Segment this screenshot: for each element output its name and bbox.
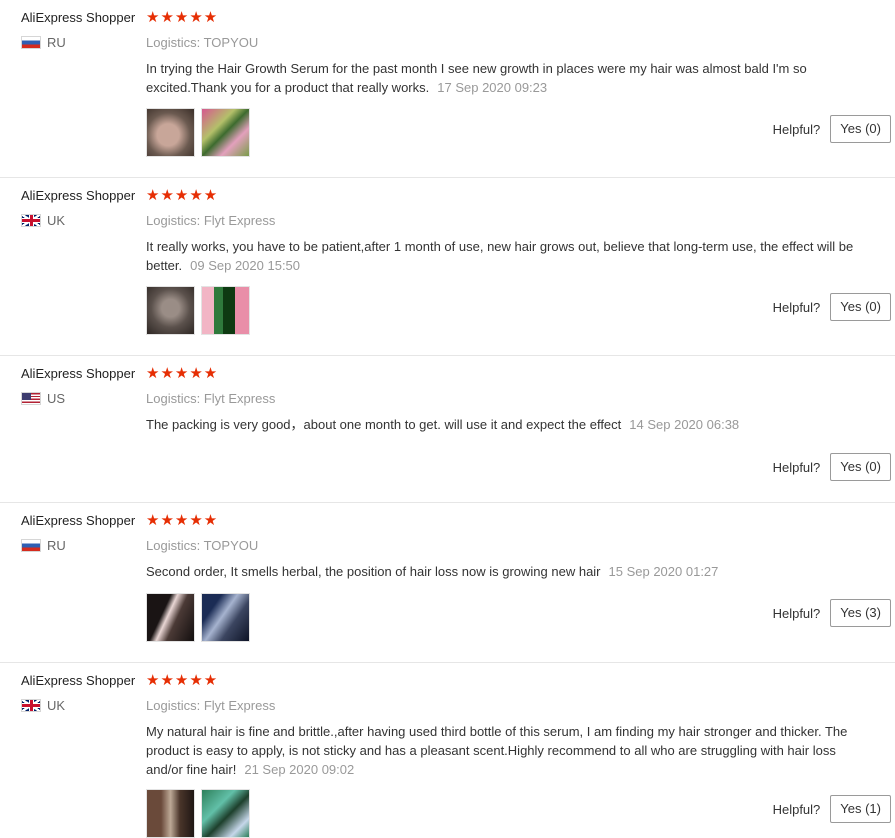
reviewer-country: RU xyxy=(21,35,135,50)
logistics-line: Logistics: Flyt Express xyxy=(146,391,856,406)
review-text-block: My natural hair is fine and brittle.,aft… xyxy=(146,722,856,779)
country-code: RU xyxy=(47,35,66,50)
helpful-label: Helpful? xyxy=(772,801,821,817)
helpful-yes-button[interactable]: Yes (1) xyxy=(830,795,891,823)
reviewer-country: UK xyxy=(21,698,135,713)
helpful-section: Helpful? Yes (0) xyxy=(773,453,891,481)
reviewer-info: AliExpress Shopper UK xyxy=(21,188,135,228)
review-item: AliExpress Shopper US ★★★★★ Logistics: F… xyxy=(0,356,895,503)
helpful-yes-button[interactable]: Yes (0) xyxy=(830,115,891,143)
uk-flag-icon xyxy=(21,699,41,712)
review-photo-thumbnail[interactable] xyxy=(146,593,195,642)
logistics-label: Logistics: xyxy=(146,698,201,713)
country-code: US xyxy=(47,391,66,406)
logistics-line: Logistics: TOPYOU xyxy=(146,35,856,50)
review-item: AliExpress Shopper RU ★★★★★ Logistics: T… xyxy=(0,503,895,663)
logistics-line: Logistics: Flyt Express xyxy=(146,213,856,228)
helpful-yes-button[interactable]: Yes (3) xyxy=(830,599,891,627)
star-rating: ★★★★★ xyxy=(146,187,219,204)
review-date: 21 Sep 2020 09:02 xyxy=(244,762,355,777)
review-text-block: The packing is very good，about one month… xyxy=(146,415,856,434)
russia-flag-icon xyxy=(21,36,41,49)
review-date: 09 Sep 2020 15:50 xyxy=(190,258,301,273)
star-rating: ★★★★★ xyxy=(146,512,219,529)
review-body: ★★★★★ Logistics: Flyt Express My natural… xyxy=(146,673,856,779)
review-item: AliExpress Shopper UK ★★★★★ Logistics: F… xyxy=(0,178,895,356)
review-photo-thumbnail[interactable] xyxy=(201,789,250,838)
reviewer-name: AliExpress Shopper xyxy=(21,366,136,381)
review-text: Second order, It smells herbal, the posi… xyxy=(146,564,601,579)
star-rating: ★★★★★ xyxy=(146,365,219,382)
reviewer-name: AliExpress Shopper xyxy=(21,513,136,528)
review-item: AliExpress Shopper UK ★★★★★ Logistics: F… xyxy=(0,663,895,838)
review-photo-thumbnail[interactable] xyxy=(146,108,195,157)
review-photos xyxy=(146,789,250,838)
review-date: 14 Sep 2020 06:38 xyxy=(629,417,740,432)
logistics-value: TOPYOU xyxy=(203,35,259,50)
russia-flag-icon xyxy=(21,539,41,552)
review-photos xyxy=(146,593,250,642)
reviewer-info: AliExpress Shopper RU xyxy=(21,10,135,50)
review-body: ★★★★★ Logistics: TOPYOU Second order, It… xyxy=(146,513,856,581)
star-rating: ★★★★★ xyxy=(146,672,219,689)
review-photo-thumbnail[interactable] xyxy=(146,286,195,335)
helpful-label: Helpful? xyxy=(772,299,821,315)
star-rating: ★★★★★ xyxy=(146,9,219,26)
reviewer-name: AliExpress Shopper xyxy=(21,188,136,203)
review-item: AliExpress Shopper RU ★★★★★ Logistics: T… xyxy=(0,0,895,178)
reviewer-country: RU xyxy=(21,538,135,553)
helpful-section: Helpful? Yes (0) xyxy=(773,115,891,143)
logistics-label: Logistics: xyxy=(146,391,201,406)
review-body: ★★★★★ Logistics: Flyt Express The packin… xyxy=(146,366,856,434)
helpful-label: Helpful? xyxy=(772,121,821,137)
review-text: The packing is very good，about one month… xyxy=(146,417,622,432)
review-date: 17 Sep 2020 09:23 xyxy=(437,80,548,95)
helpful-yes-button[interactable]: Yes (0) xyxy=(830,293,891,321)
reviewer-info: AliExpress Shopper US xyxy=(21,366,135,406)
review-photos xyxy=(146,108,250,157)
country-code: UK xyxy=(47,698,66,713)
review-text-block: Second order, It smells herbal, the posi… xyxy=(146,562,856,581)
review-photo-thumbnail[interactable] xyxy=(201,108,250,157)
review-body: ★★★★★ Logistics: Flyt Express It really … xyxy=(146,188,856,275)
uk-flag-icon xyxy=(21,214,41,227)
helpful-section: Helpful? Yes (1) xyxy=(773,795,891,823)
logistics-value: Flyt Express xyxy=(203,698,276,713)
reviewer-info: AliExpress Shopper UK xyxy=(21,673,135,713)
reviewer-name: AliExpress Shopper xyxy=(21,673,136,688)
logistics-line: Logistics: TOPYOU xyxy=(146,538,856,553)
helpful-label: Helpful? xyxy=(772,605,821,621)
logistics-label: Logistics: xyxy=(146,35,201,50)
logistics-value: Flyt Express xyxy=(203,391,276,406)
helpful-label: Helpful? xyxy=(772,459,821,475)
reviewer-name: AliExpress Shopper xyxy=(21,10,136,25)
review-text-block: It really works, you have to be patient,… xyxy=(146,237,856,275)
logistics-label: Logistics: xyxy=(146,213,201,228)
us-flag-icon xyxy=(21,392,41,405)
logistics-label: Logistics: xyxy=(146,538,201,553)
review-photo-thumbnail[interactable] xyxy=(146,789,195,838)
review-photo-thumbnail[interactable] xyxy=(201,593,250,642)
review-photo-thumbnail[interactable] xyxy=(201,286,250,335)
review-list: AliExpress Shopper RU ★★★★★ Logistics: T… xyxy=(0,0,895,838)
logistics-value: Flyt Express xyxy=(203,213,276,228)
reviewer-country: UK xyxy=(21,213,135,228)
review-date: 15 Sep 2020 01:27 xyxy=(608,564,719,579)
review-body: ★★★★★ Logistics: TOPYOU In trying the Ha… xyxy=(146,10,856,97)
helpful-section: Helpful? Yes (0) xyxy=(773,293,891,321)
helpful-section: Helpful? Yes (3) xyxy=(773,599,891,627)
helpful-yes-button[interactable]: Yes (0) xyxy=(830,453,891,481)
reviewer-info: AliExpress Shopper RU xyxy=(21,513,135,553)
review-photos xyxy=(146,286,250,335)
review-text-block: In trying the Hair Growth Serum for the … xyxy=(146,59,856,97)
reviewer-country: US xyxy=(21,391,135,406)
logistics-line: Logistics: Flyt Express xyxy=(146,698,856,713)
logistics-value: TOPYOU xyxy=(203,538,259,553)
country-code: UK xyxy=(47,213,66,228)
country-code: RU xyxy=(47,538,66,553)
